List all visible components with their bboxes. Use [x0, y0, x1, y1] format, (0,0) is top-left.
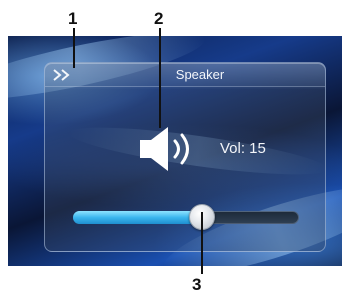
double-chevron-right-icon	[53, 69, 70, 81]
callout-1: 1	[68, 9, 78, 28]
volume-slider[interactable]	[73, 203, 299, 233]
panel-title: Speaker	[175, 67, 225, 82]
callout-3: 3	[192, 275, 202, 294]
callout-2-line	[159, 28, 161, 128]
slider-fill	[73, 211, 202, 224]
panel-header: Speaker	[45, 63, 325, 87]
callout-1-line	[73, 28, 75, 68]
callout-3-line	[201, 212, 203, 274]
volume-label: Vol: 15	[220, 140, 266, 157]
callout-2: 2	[154, 9, 164, 28]
speaker-volume-icon[interactable]	[138, 123, 200, 175]
speaker-panel: Speaker Vol: 15	[44, 62, 326, 252]
device-screen: Speaker Vol: 15	[8, 36, 342, 266]
